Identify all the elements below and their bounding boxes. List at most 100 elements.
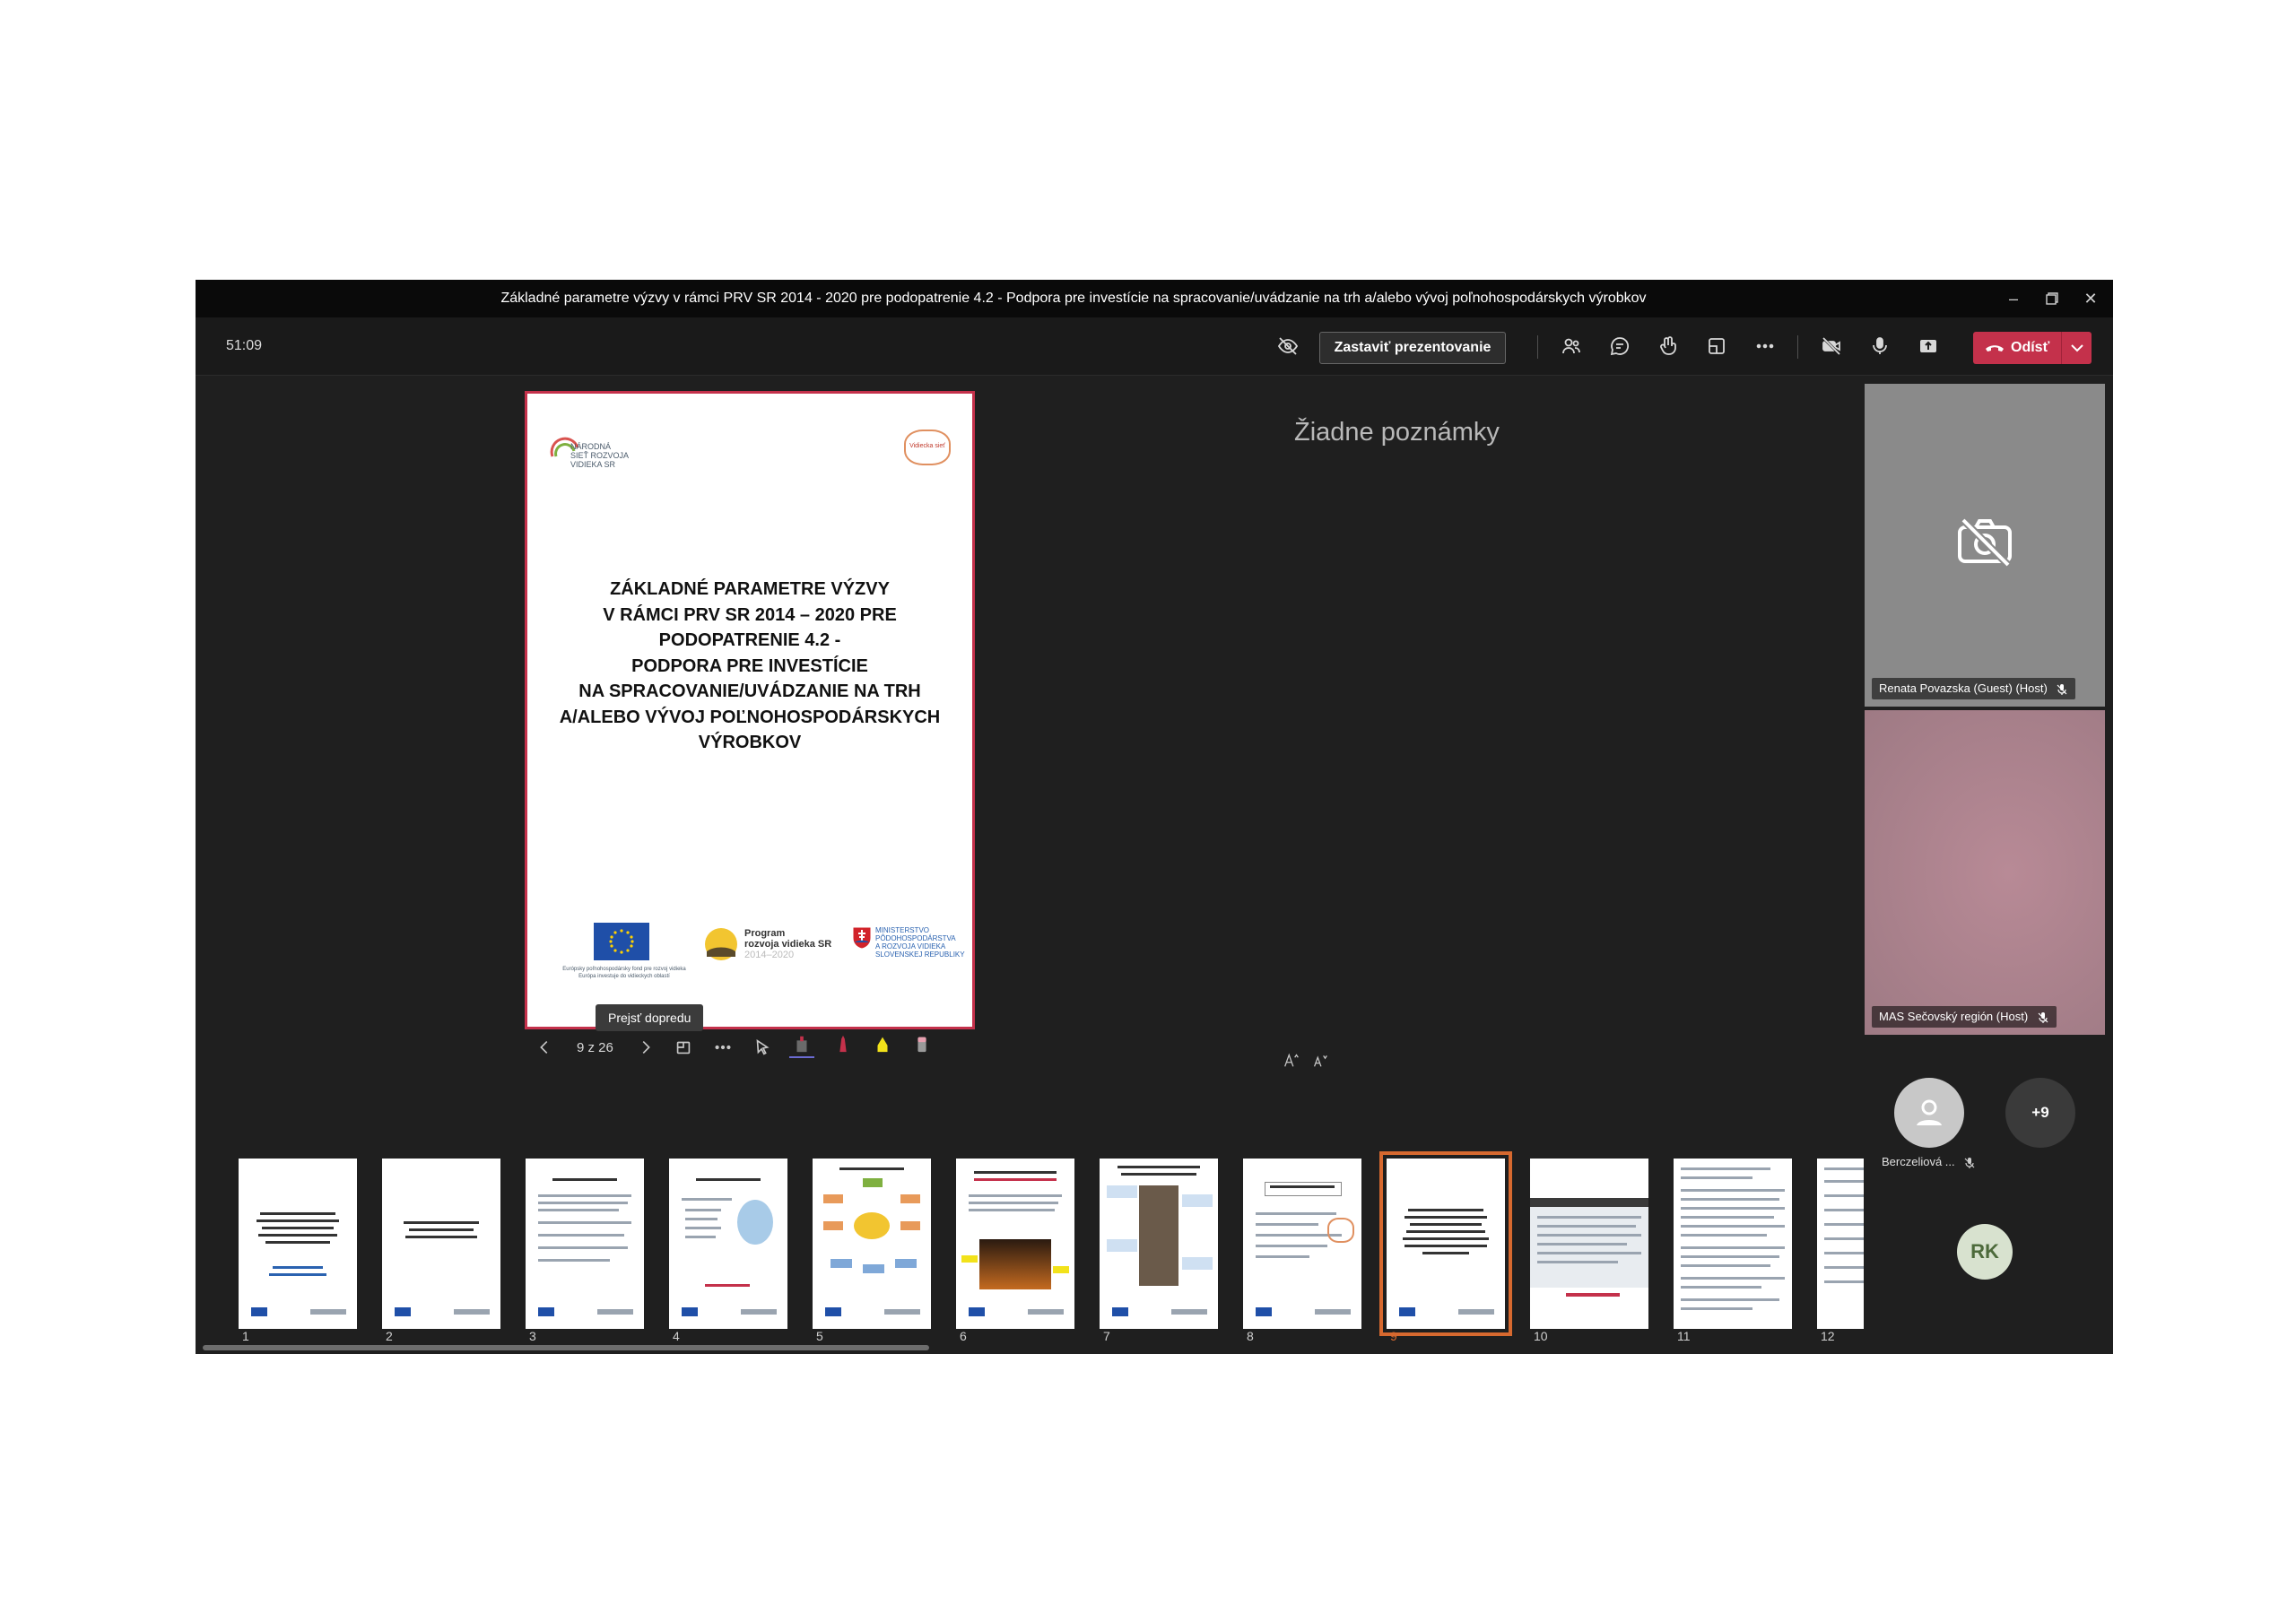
hide-icon[interactable]	[1274, 332, 1302, 360]
notes-empty-message: Žiadne poznámky	[1294, 418, 1500, 447]
slide-thumbnail[interactable]	[239, 1159, 357, 1329]
narodna-siet-logo: NÁRODNÁ SIEŤ ROZVOJA VIDIEKA SR	[549, 430, 629, 469]
ministry-line: SLOVENSKEJ REPUBLIKY	[875, 950, 965, 959]
mic-muted-icon	[2057, 683, 2067, 695]
rooms-icon[interactable]	[1702, 332, 1731, 360]
ministry-line: MINISTERSTVO	[875, 926, 930, 934]
teams-meeting-window: Základné parametre výzvy v rámci PRV SR …	[196, 280, 2113, 1354]
thumbnail-number: 12	[1821, 1329, 1835, 1343]
slide-thumbnail[interactable]	[813, 1159, 931, 1329]
slide-thumbnail[interactable]	[1817, 1159, 1864, 1329]
thumbnail-number: 5	[816, 1329, 823, 1343]
share-icon[interactable]	[1914, 332, 1943, 360]
current-slide: NÁRODNÁ SIEŤ ROZVOJA VIDIEKA SR Vidiecka…	[525, 391, 975, 1029]
slide-title-line: A/ALEBO VÝVOJ POĽNOHOSPODÁRSKYCH	[559, 707, 941, 727]
sun-field-icon	[705, 928, 737, 960]
ministry-line: A ROZVOJA VIDIEKA	[875, 942, 946, 950]
slide-title-line: ZÁKLADNÉ PARAMETRE VÝZVY	[610, 579, 890, 599]
more-options-icon[interactable]	[710, 1035, 735, 1060]
participant-tile[interactable]: Renata Povazska (Guest) (Host)	[1865, 384, 2105, 707]
ministry-line: PÔDOHOSPODÁRSTVA	[875, 934, 956, 942]
participant-name-tag: MAS Sečovský región (Host)	[1872, 1006, 2057, 1028]
thumbnail-number: 9	[1390, 1329, 1397, 1343]
slide-thumbnail[interactable]	[382, 1159, 500, 1329]
microphone-icon[interactable]	[1866, 332, 1894, 360]
thumbnail-number: 3	[529, 1329, 536, 1343]
mic-muted-icon	[2038, 1011, 2048, 1023]
participant-name: MAS Sečovský región (Host)	[1879, 1010, 2029, 1023]
logo-line: SIEŤ ROZVOJA	[570, 451, 630, 460]
slide-thumbnail-selected[interactable]	[1387, 1159, 1505, 1329]
participants-icon[interactable]	[1557, 332, 1586, 360]
highlighter-icon[interactable]	[870, 1031, 895, 1056]
slide-thumbnail[interactable]	[1530, 1159, 1648, 1329]
reactions-icon[interactable]	[1654, 332, 1683, 360]
participant-name-tag: Renata Povazska (Guest) (Host)	[1872, 678, 2076, 699]
program-line: 2014–2020	[744, 950, 795, 960]
leave-button[interactable]: Odísť	[1973, 332, 2092, 364]
slide-thumbnail[interactable]	[1674, 1159, 1792, 1329]
participant-tile[interactable]: MAS Sečovský región (Host)	[1865, 710, 2105, 1035]
filmstrip-scrollbar[interactable]	[203, 1345, 929, 1350]
slide-title-line: NA SPRACOVANIE/UVÁDZANIE NA TRH	[578, 681, 921, 701]
participant-name: Renata Povazska (Guest) (Host)	[1879, 681, 2048, 695]
slide-title-line: PODPORA PRE INVESTÍCIE	[631, 655, 868, 676]
more-icon[interactable]	[1751, 332, 1779, 360]
chat-icon[interactable]	[1605, 332, 1634, 360]
camera-off-icon[interactable]	[1817, 332, 1846, 360]
eraser-icon[interactable]	[909, 1031, 935, 1056]
thumbnail-number: 11	[1677, 1329, 1691, 1343]
window-title: Základné parametre výzvy v rámci PRV SR …	[500, 291, 1647, 306]
eu-caption-line: Európsky poľnohospodársky fond pre rozvo…	[562, 967, 686, 972]
slide-thumbnail[interactable]	[669, 1159, 787, 1329]
toolbar-divider	[1797, 335, 1798, 359]
program-line: Program	[744, 928, 786, 939]
logo-line: VIDIEKA SR	[570, 460, 616, 469]
program-line: rozvoja vidieka SR	[744, 939, 832, 950]
eu-stars-icon	[609, 929, 634, 954]
hang-up-icon	[1986, 345, 2004, 352]
thumbnail-number: 8	[1247, 1329, 1254, 1343]
next-slide-tooltip: Prejsť dopredu	[596, 1004, 704, 1031]
slide-thumbnail[interactable]	[956, 1159, 1074, 1329]
pointer-icon[interactable]	[750, 1035, 775, 1060]
eu-caption-line: Európa investuje do vidieckych oblastí	[578, 974, 670, 979]
participant-name: Berczeliová ...	[1882, 1155, 1955, 1168]
meeting-toolbar: 51:09 Zastaviť prezentovanie Odísť	[196, 317, 2113, 376]
slide-filmstrip: 1 2 3 4 5 6 7 8 9 10 11 12	[196, 1114, 1864, 1354]
pen-icon[interactable]	[831, 1031, 856, 1056]
more-participants-button[interactable]: +9	[2005, 1078, 2075, 1148]
camera-off-large-icon	[1954, 515, 2015, 568]
slide-counter: 9 z 26	[577, 1040, 613, 1055]
slide-title: ZÁKLADNÉ PARAMETRE VÝZVY V RÁMCI PRV SR …	[545, 577, 954, 756]
chevron-down-icon[interactable]	[2061, 332, 2092, 364]
meeting-timer: 51:09	[226, 338, 263, 353]
logo-text: Vidiecka sieť	[909, 443, 945, 449]
slide-thumbnail[interactable]	[526, 1159, 644, 1329]
participant-small-name: Berczeliová ...	[1882, 1155, 1989, 1169]
eu-flag-logo	[594, 923, 649, 960]
slide-thumbnail[interactable]	[1100, 1159, 1218, 1329]
slide-thumbnail[interactable]	[1243, 1159, 1361, 1329]
person-icon	[1917, 1099, 1942, 1125]
self-avatar[interactable]: RK	[1957, 1224, 2013, 1280]
ministry-logo: MINISTERSTVO PÔDOHOSPODÁRSTVA A ROZVOJA …	[852, 926, 965, 959]
logo-line: NÁRODNÁ	[570, 442, 612, 451]
laser-pointer-icon[interactable]	[789, 1031, 814, 1058]
stop-presenting-button[interactable]: Zastaviť prezentovanie	[1319, 332, 1506, 364]
leave-label: Odísť	[2011, 340, 2050, 355]
toolbar-divider	[1537, 335, 1538, 359]
slide-grid-icon[interactable]	[671, 1035, 696, 1060]
previous-slide-icon[interactable]	[532, 1035, 557, 1060]
decrease-font-icon[interactable]	[1308, 1047, 1333, 1072]
thumbnail-number: 2	[386, 1329, 393, 1343]
participant-avatar[interactable]	[1894, 1078, 1964, 1148]
slide-title-line: V RÁMCI PRV SR 2014 – 2020 PRE	[603, 604, 897, 625]
thumbnail-number: 6	[960, 1329, 967, 1343]
increase-font-icon[interactable]	[1279, 1047, 1304, 1072]
close-icon[interactable]: ✕	[2066, 280, 2113, 317]
next-slide-icon[interactable]	[633, 1035, 658, 1060]
slide-title-line: PODOPATRENIE 4.2 -	[658, 630, 841, 650]
title-bar: Základné parametre výzvy v rámci PRV SR …	[196, 280, 2113, 317]
thumbnail-number: 7	[1103, 1329, 1110, 1343]
